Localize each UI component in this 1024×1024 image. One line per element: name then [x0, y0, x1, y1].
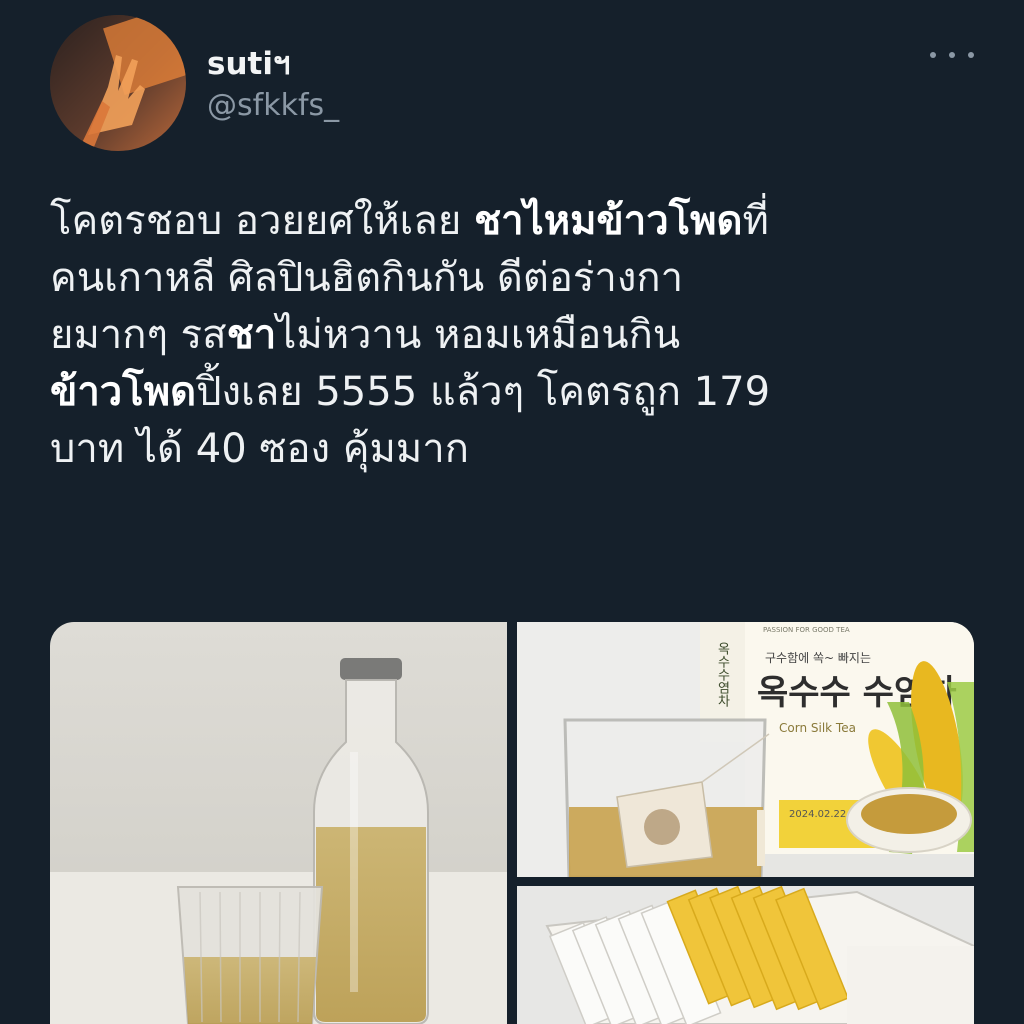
dot: [949, 52, 955, 58]
box-date: 2024.02.22: [789, 809, 846, 820]
tweet-card: sutiฯ @sfkkfs_ โคตรชอบ อวยยศให้เลย ชาไหม…: [0, 0, 1024, 1024]
dot: [968, 52, 974, 58]
text-run: ปิ้งเลย 5555 แล้วๆ โคตรถูก 179: [196, 369, 771, 415]
tweet-text: โคตรชอบ อวยยศให้เลย ชาไหมข้าวโพดที่คนเกา…: [50, 193, 1000, 478]
avatar-image: [50, 15, 186, 151]
photo-tea-box-and-glass[interactable]: 옥수수염차 PASSION FOR GOOD TEA 구수함에 쏙~ 빠지는 옥…: [517, 622, 974, 877]
text-run: คนเกาหลี ศิลปินฮิตกินกัน ดีต่อร่างกา: [50, 255, 684, 301]
user-handle[interactable]: @sfkkfs_: [207, 88, 339, 123]
photo-bottle-and-glass[interactable]: [50, 622, 507, 1024]
tweet-text-line: ยมากๆ รสชาไม่หวาน หอมเหมือนกิน: [50, 307, 1000, 364]
text-run: ที่: [742, 198, 769, 244]
avatar[interactable]: [50, 15, 186, 151]
box-side-text: 옥수수염차: [715, 642, 730, 707]
box-english: Corn Silk Tea: [779, 721, 856, 735]
highlight-text: ชา: [226, 312, 277, 358]
text-run: ยมากๆ รส: [50, 312, 227, 358]
tweet-text-line: คนเกาหลี ศิลปินฮิตกินกัน ดีต่อร่างกา: [50, 250, 1000, 307]
tweet-text-line: ข้าวโพดปิ้งเลย 5555 แล้วๆ โคตรถูก 179: [50, 364, 1000, 421]
dot: [930, 52, 936, 58]
tweet-text-line: โคตรชอบ อวยยศให้เลย ชาไหมข้าวโพดที่: [50, 193, 1000, 250]
box-subtitle: 구수함에 쏙~ 빠지는: [765, 651, 871, 665]
text-run: โคตรชอบ อวยยศให้เลย: [50, 198, 474, 244]
tweet-text-line: บาท ได้ 40 ซอง คุ้มมาก: [50, 421, 1000, 478]
text-run: ไม่หวาน หอมเหมือนกิน: [276, 312, 681, 358]
display-name[interactable]: sutiฯ: [207, 38, 290, 88]
media-grid: 옥수수염차 PASSION FOR GOOD TEA 구수함에 쏙~ 빠지는 옥…: [50, 622, 974, 1024]
box-tagline: PASSION FOR GOOD TEA: [763, 626, 850, 634]
text-run: บาท ได้ 40 ซอง คุ้มมาก: [50, 426, 469, 472]
highlight-text: ข้าวโพด: [50, 369, 197, 415]
highlight-text: ชาไหมข้าวโพด: [473, 198, 743, 244]
more-options-icon[interactable]: [930, 40, 974, 70]
photo-open-box-teabags[interactable]: [517, 886, 974, 1024]
